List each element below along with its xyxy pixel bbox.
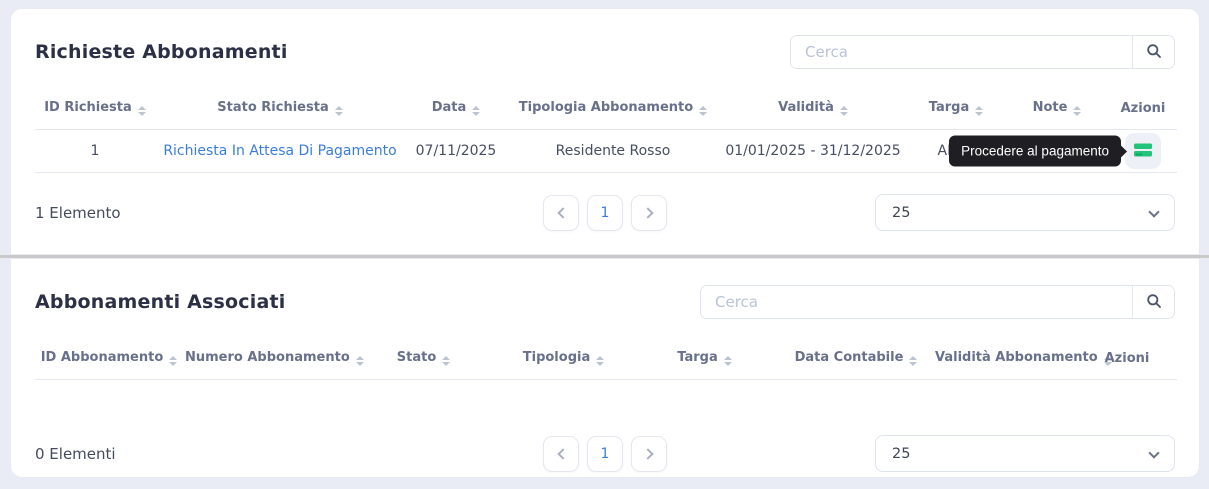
cell-validita: 01/01/2025 - 31/12/2025 <box>719 129 907 173</box>
chevron-right-icon <box>641 447 654 460</box>
sort-icon <box>442 356 451 366</box>
chevron-left-icon <box>556 206 569 219</box>
next-page-button[interactable] <box>631 194 667 231</box>
search-icon <box>1146 43 1162 62</box>
prev-page-button[interactable] <box>543 435 579 472</box>
chevron-left-icon <box>556 447 569 460</box>
subscriptions-header-row: ID Abbonamento Numero Abbonamento Stato … <box>35 339 1177 380</box>
sort-icon <box>169 356 178 366</box>
requests-table: ID Richiesta Stato Richiesta Data Tipolo… <box>35 89 1177 173</box>
col-stato-richiesta[interactable]: Stato Richiesta <box>155 89 405 130</box>
chevron-down-icon <box>1148 447 1160 459</box>
payment-tooltip: Procedere al pagamento <box>949 135 1121 167</box>
requests-card: Richieste Abbonamenti ID Richiesta Stato… <box>10 8 1200 255</box>
cell-id: 1 <box>35 129 155 173</box>
next-page-button[interactable] <box>631 435 667 472</box>
request-status-link[interactable]: Richiesta In Attesa Di Pagamento <box>163 143 396 159</box>
subscriptions-search-input[interactable] <box>701 286 1132 318</box>
sort-icon <box>699 106 708 116</box>
requests-count: 1 Elemento <box>35 203 121 222</box>
col-numero-abbonamento[interactable]: Numero Abbonamento <box>183 339 364 380</box>
col-validita[interactable]: Validità <box>719 89 907 130</box>
col-id-richiesta[interactable]: ID Richiesta <box>35 89 155 130</box>
sort-icon <box>596 356 605 366</box>
requests-search-button[interactable] <box>1132 36 1174 68</box>
col-data[interactable]: Data <box>405 89 507 130</box>
col-stato[interactable]: Stato <box>350 339 497 380</box>
requests-page-size-select[interactable]: 25 <box>875 194 1175 231</box>
empty-table-space <box>35 380 1175 414</box>
sort-icon <box>355 356 364 366</box>
credit-card-icon <box>1133 142 1153 161</box>
requests-pagination: 1 <box>543 194 667 231</box>
col-azioni: Azioni <box>1109 89 1177 130</box>
subscriptions-pagination: 1 <box>543 435 667 472</box>
subscriptions-table: ID Abbonamento Numero Abbonamento Stato … <box>35 339 1177 380</box>
cell-tipologia: Residente Rosso <box>507 129 719 173</box>
request-row: 1 Richiesta In Attesa Di Pagamento 07/11… <box>35 129 1177 173</box>
current-page-button[interactable]: 1 <box>587 435 623 472</box>
requests-search <box>790 35 1175 69</box>
sort-icon <box>975 106 984 116</box>
sort-icon <box>334 106 343 116</box>
col-data-contabile[interactable]: Data Contabile <box>779 339 933 380</box>
col-targa[interactable]: Targa <box>907 89 1005 130</box>
subscriptions-card: Abbonamenti Associati ID Abbonamento Num… <box>10 258 1200 478</box>
requests-header-row: ID Richiesta Stato Richiesta Data Tipolo… <box>35 89 1177 130</box>
sort-icon <box>472 106 481 116</box>
subscriptions-count: 0 Elementi <box>35 444 116 463</box>
current-page-button[interactable]: 1 <box>587 194 623 231</box>
cell-azioni: Procedere al pagamento <box>949 129 1177 173</box>
subscriptions-search <box>700 285 1175 319</box>
chevron-right-icon <box>641 206 654 219</box>
search-icon <box>1146 293 1162 312</box>
sort-icon <box>137 106 146 116</box>
col-note[interactable]: Note <box>1005 89 1109 130</box>
sort-icon <box>909 356 918 366</box>
requests-search-input[interactable] <box>791 36 1132 68</box>
sort-icon <box>839 106 848 116</box>
chevron-down-icon <box>1148 206 1160 218</box>
col-id-abbonamento[interactable]: ID Abbonamento <box>35 339 183 380</box>
requests-title: Richieste Abbonamenti <box>35 41 288 63</box>
subscriptions-search-button[interactable] <box>1132 286 1174 318</box>
col-targa[interactable]: Targa <box>630 339 779 380</box>
cell-data: 07/11/2025 <box>405 129 507 173</box>
sort-icon <box>723 356 732 366</box>
col-tipologia[interactable]: Tipologia <box>497 339 630 380</box>
sort-icon <box>1073 106 1082 116</box>
col-tipologia-abbonamento[interactable]: Tipologia Abbonamento <box>507 89 719 130</box>
prev-page-button[interactable] <box>543 194 579 231</box>
subscriptions-title: Abbonamenti Associati <box>35 291 286 313</box>
col-validita-abbonamento[interactable]: Validità Abbonamento <box>933 339 1112 380</box>
subscriptions-page-size-select[interactable]: 25 <box>875 435 1175 472</box>
